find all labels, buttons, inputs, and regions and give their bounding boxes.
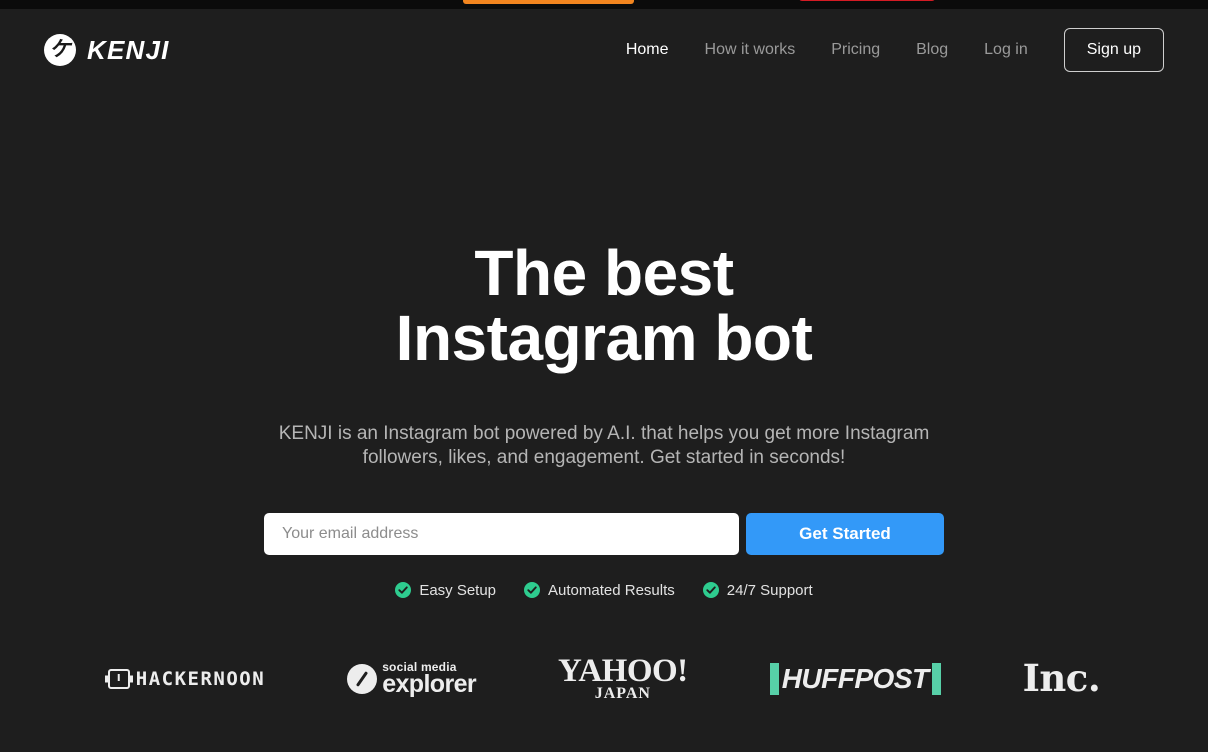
huffpost-right-bar [931,662,941,695]
huffpost-left-bar [769,662,779,695]
main-navigation: Home How it works Pricing Blog Log in Si… [608,28,1164,72]
promo-banner-content: Limited time offer 50% OFF yearly plans … [0,0,1208,9]
nav-item-home[interactable]: Home [608,41,687,59]
check-circle-icon [702,582,719,599]
hero-subtitle: KENJI is an Instagram bot powered by A.I… [278,422,930,468]
promo-discount-tag: 50% OFF [462,0,634,4]
feature-item: Easy Setup [395,582,496,599]
press-logo-inc: Inc. [1023,656,1101,702]
page-title: The best Instagram bot [0,237,1208,375]
feature-label: Automated Results [548,581,675,599]
press-logo-label-bottom: JAPAN [594,685,651,703]
nav-item-pricing[interactable]: Pricing [813,41,898,59]
feature-label: 24/7 Support [726,581,813,599]
check-circle-icon [524,582,541,599]
feature-item: 24/7 Support [702,581,813,599]
nav-item-log-in[interactable]: Log in [966,41,1046,59]
kenji-logo-glyph: ケ [49,37,71,61]
promo-banner[interactable]: Limited time offer 50% OFF yearly plans … [0,0,1208,9]
signup-form: Get Started [264,512,944,555]
press-logo-label: HUFFPOST [781,662,929,694]
feature-label: Easy Setup [419,581,497,599]
hero-section: The best Instagram bot KENJI is an Insta… [0,91,1208,702]
press-logo-yahoo-japan: YAHOO! JAPAN [558,652,688,703]
email-input[interactable] [264,512,739,555]
nav-item-blog[interactable]: Blog [898,41,966,59]
brand-logo[interactable]: ケ KENJI [44,34,170,66]
press-logo-social-media-explorer: social media explorer [347,656,477,702]
get-started-button[interactable]: Get Started [746,512,944,555]
press-logo-bar: HACKERNOON social media explorer YAHOO! … [0,652,1208,703]
promo-cta-button[interactable]: Claim deal [799,0,936,1]
nav-item-how-it-works[interactable]: How it works [687,41,814,59]
brand-name: KENJI [87,34,170,65]
press-logo-label-bottom: explorer [382,669,477,698]
feature-list: Easy Setup Automated Results 24/7 Suppor… [0,582,1208,599]
sign-up-button[interactable]: Sign up [1063,28,1164,72]
site-header: ケ KENJI Home How it works Pricing Blog L… [0,9,1208,91]
compass-icon [347,663,378,694]
press-logo-label: Inc. [1022,656,1101,701]
kenji-logo-icon: ケ [44,34,76,66]
press-logo-label-top: YAHOO! [558,652,688,689]
press-logo-label: HACKERNOON [135,667,266,690]
page-title-line-1: The best [474,237,734,309]
press-logo-huffpost: HUFFPOST [769,656,941,702]
check-circle-icon [395,582,412,599]
page-title-line-2: Instagram bot [395,302,813,375]
feature-item: Automated Results [524,582,675,599]
hackernoon-clock-icon [107,668,130,689]
press-logo-hackernoon: HACKERNOON [107,656,266,702]
